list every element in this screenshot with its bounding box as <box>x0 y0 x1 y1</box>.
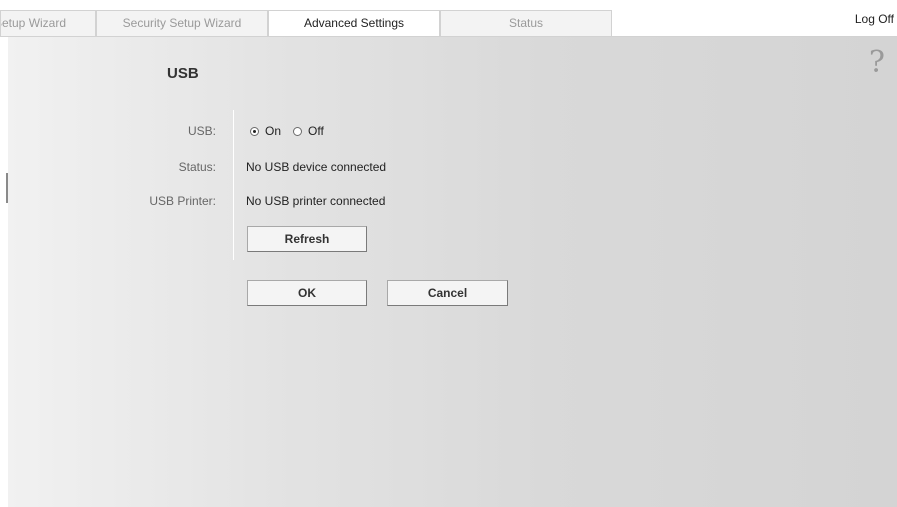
ok-button[interactable]: OK <box>247 280 367 306</box>
usb-radio-group: On Off <box>250 123 336 139</box>
log-off-link[interactable]: Log Off <box>855 12 894 26</box>
status-label: Status: <box>178 160 216 174</box>
usb-printer-value: No USB printer connected <box>246 194 386 208</box>
page-title: USB <box>167 65 199 82</box>
usb-settings-panel <box>8 37 897 507</box>
tab-setup-wizard[interactable]: Setup Wizard <box>0 10 96 36</box>
question-mark-icon[interactable]: ? <box>869 48 885 78</box>
form-divider <box>233 110 234 260</box>
tab-security-setup-wizard[interactable]: Security Setup Wizard <box>96 10 268 36</box>
usb-on-label[interactable]: On <box>265 124 281 138</box>
usb-on-radio[interactable] <box>250 126 259 136</box>
status-value: No USB device connected <box>246 160 387 174</box>
refresh-button[interactable]: Refresh <box>247 226 367 252</box>
tab-bar: Setup Wizard Security Setup Wizard Advan… <box>0 0 897 38</box>
usb-off-label[interactable]: Off <box>308 124 324 138</box>
router-settings-page: Setup Wizard Security Setup Wizard Advan… <box>0 0 897 507</box>
tab-status[interactable]: Status <box>440 10 612 36</box>
usb-off-radio[interactable] <box>293 126 303 136</box>
usb-printer-label: USB Printer: <box>149 194 216 208</box>
usb-label: USB: <box>187 124 216 138</box>
tab-advanced-settings[interactable]: Advanced Settings <box>268 10 440 38</box>
cancel-button[interactable]: Cancel <box>387 280 508 306</box>
